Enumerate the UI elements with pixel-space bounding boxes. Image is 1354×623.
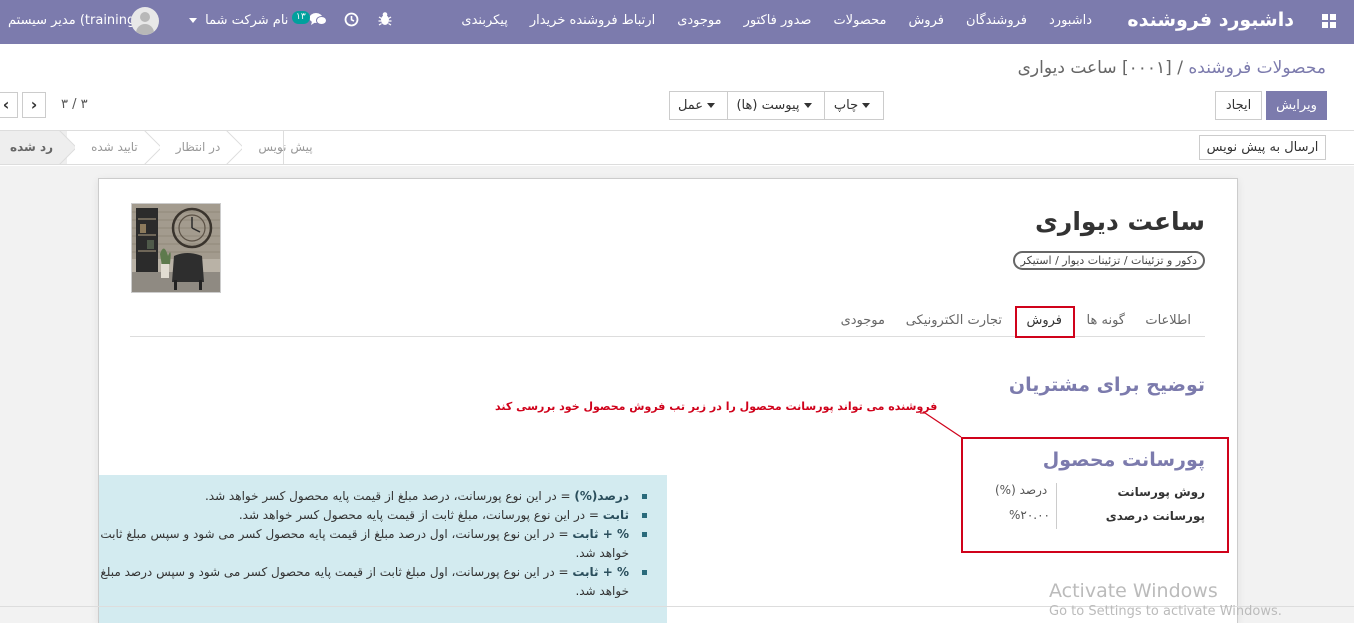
chevron-down-icon (803, 103, 812, 108)
stage-approved[interactable]: تایید شده (67, 131, 152, 164)
windows-activation-watermark: Activate Windows (1049, 580, 1218, 602)
commission-annotation: فروشنده می تواند پورسانت محصول را در زیر… (495, 400, 938, 413)
tab-inventory[interactable]: موجودی (841, 313, 885, 328)
product-image[interactable] (131, 203, 221, 293)
help-item-fixed: ثابت = در این نوع پورسانت، مبلغ ثابت از … (99, 506, 649, 525)
product-commission-box: پورسانت محصول روش پورسانت درصد (%) پورسا… (961, 437, 1229, 553)
stage-label: تایید شده (91, 140, 138, 154)
commission-help-box: درصد(%) = در این نوع پورسانت، درصد مبلغ … (99, 475, 667, 623)
user-menu-label[interactable]: مدیر سیستم (training) (8, 13, 140, 28)
chevron-down-icon (862, 103, 871, 108)
breadcrumb: محصولات فروشنده / [۰۰۰۱] ساعت دیواری (1018, 58, 1326, 78)
commission-method-label: روش پورسانت (1117, 485, 1205, 499)
commission-method-value: درصد (%) (995, 483, 1048, 497)
attachment-dropdown[interactable]: پیوست (ها) (727, 91, 825, 120)
chevron-right-icon: › (30, 95, 38, 114)
bug-icon[interactable] (378, 11, 392, 31)
stage-label: پیش نویس (258, 140, 313, 154)
clock-icon[interactable] (344, 12, 359, 31)
top-navbar: داشبورد فروشنده داشبورد فروشندگان فروش م… (0, 0, 1354, 44)
stage-divider (283, 131, 284, 164)
field-divider (1056, 483, 1057, 529)
menu-item-products[interactable]: محصولات (833, 13, 886, 28)
chevron-down-icon (189, 18, 197, 23)
annotation-arrow-icon (920, 412, 962, 438)
help-item-percent: درصد(%) = در این نوع پورسانت، درصد مبلغ … (99, 487, 649, 506)
menu-item-sellers[interactable]: فروشندگان (966, 13, 1027, 28)
systray: ۱۳ نام شرکت شما مدیر سیستم (training) (0, 0, 560, 44)
breadcrumb-current: [۰۰۰۱] ساعت دیواری (1017, 58, 1172, 78)
tab-information[interactable]: اطلاعات (1145, 313, 1191, 328)
statusbar: رد شده تایید شده در انتظار پیش نویس ارسا… (0, 130, 1354, 165)
product-name: ساعت دیواری (1035, 207, 1205, 236)
pager-prev-button[interactable]: ‹ (0, 92, 18, 118)
print-dropdown[interactable]: چاپ (824, 91, 884, 120)
tab-ecommerce[interactable]: تجارت الکترونیکی (906, 313, 1002, 328)
chevron-left-icon: ‹ (2, 95, 10, 114)
commission-percent-value: %۲۰.۰۰ (1009, 508, 1050, 522)
stage-label: در انتظار (175, 140, 221, 154)
commission-percent-label: پورسانت درصدی (1105, 509, 1205, 523)
chat-icon[interactable] (309, 12, 327, 31)
form-sheet: ساعت دیواری دکور و تزئینات / تزئینات دیو… (98, 178, 1238, 623)
breadcrumb-separator: / (1177, 58, 1183, 78)
stage-pending[interactable]: در انتظار (151, 131, 235, 164)
commission-help-list: درصد(%) = در این نوع پورسانت، درصد مبلغ … (99, 487, 649, 601)
stage-draft[interactable]: پیش نویس (234, 131, 327, 164)
pager-next-button[interactable]: › (22, 92, 46, 118)
app-brand-title[interactable]: داشبورد فروشنده (1127, 9, 1294, 31)
attachment-label: پیوست (ها) (736, 98, 800, 113)
create-button[interactable]: ایجاد (1215, 91, 1262, 120)
customer-description-heading: توضیح برای مشتریان (1008, 374, 1205, 396)
send-to-draft-button[interactable]: ارسال به پیش نویس (1199, 135, 1326, 160)
action-label: عمل (677, 98, 704, 113)
help-item-fixed-plus-percent: % + ثابت = در این نوع پورسانت، اول مبلغ … (99, 563, 649, 601)
menu-item-invoicing[interactable]: صدور فاکتور (744, 13, 812, 28)
help-item-percent-plus-fixed: % + ثابت = در این نوع پورسانت، اول درصد … (99, 525, 649, 563)
stage-rejected[interactable]: رد شده (0, 131, 68, 164)
user-avatar[interactable] (131, 7, 159, 35)
menu-item-dashboard[interactable]: داشبورد (1049, 13, 1092, 28)
stage-label: رد شده (10, 140, 54, 154)
apps-grid-icon[interactable] (1322, 14, 1336, 28)
company-switcher[interactable]: نام شرکت شما (185, 13, 288, 28)
company-name: نام شرکت شما (205, 13, 289, 28)
product-category-tag[interactable]: دکور و تزئینات / تزئینات دیوار / استیکر (1012, 251, 1205, 270)
chevron-down-icon (707, 103, 716, 108)
edit-button[interactable]: ویرایش (1266, 91, 1327, 120)
stage-pipeline: رد شده تایید شده در انتظار پیش نویس (0, 131, 327, 164)
messages-count-badge: ۱۳ (292, 11, 310, 24)
pager-counter[interactable]: ۳ / ۳ (61, 97, 88, 112)
breadcrumb-parent-link[interactable]: محصولات فروشنده (1188, 58, 1326, 78)
action-dropdown[interactable]: عمل (669, 91, 728, 120)
windows-activation-hint: Go to Settings to activate Windows. (1049, 604, 1282, 619)
menu-item-sales[interactable]: فروش (908, 13, 944, 28)
sales-tab-highlight-box (1015, 306, 1075, 338)
menu-item-inventory[interactable]: موجودی (677, 13, 721, 28)
tab-variants[interactable]: گونه ها (1087, 313, 1125, 328)
print-label: چاپ (833, 98, 859, 113)
commission-heading: پورسانت محصول (1042, 449, 1205, 471)
